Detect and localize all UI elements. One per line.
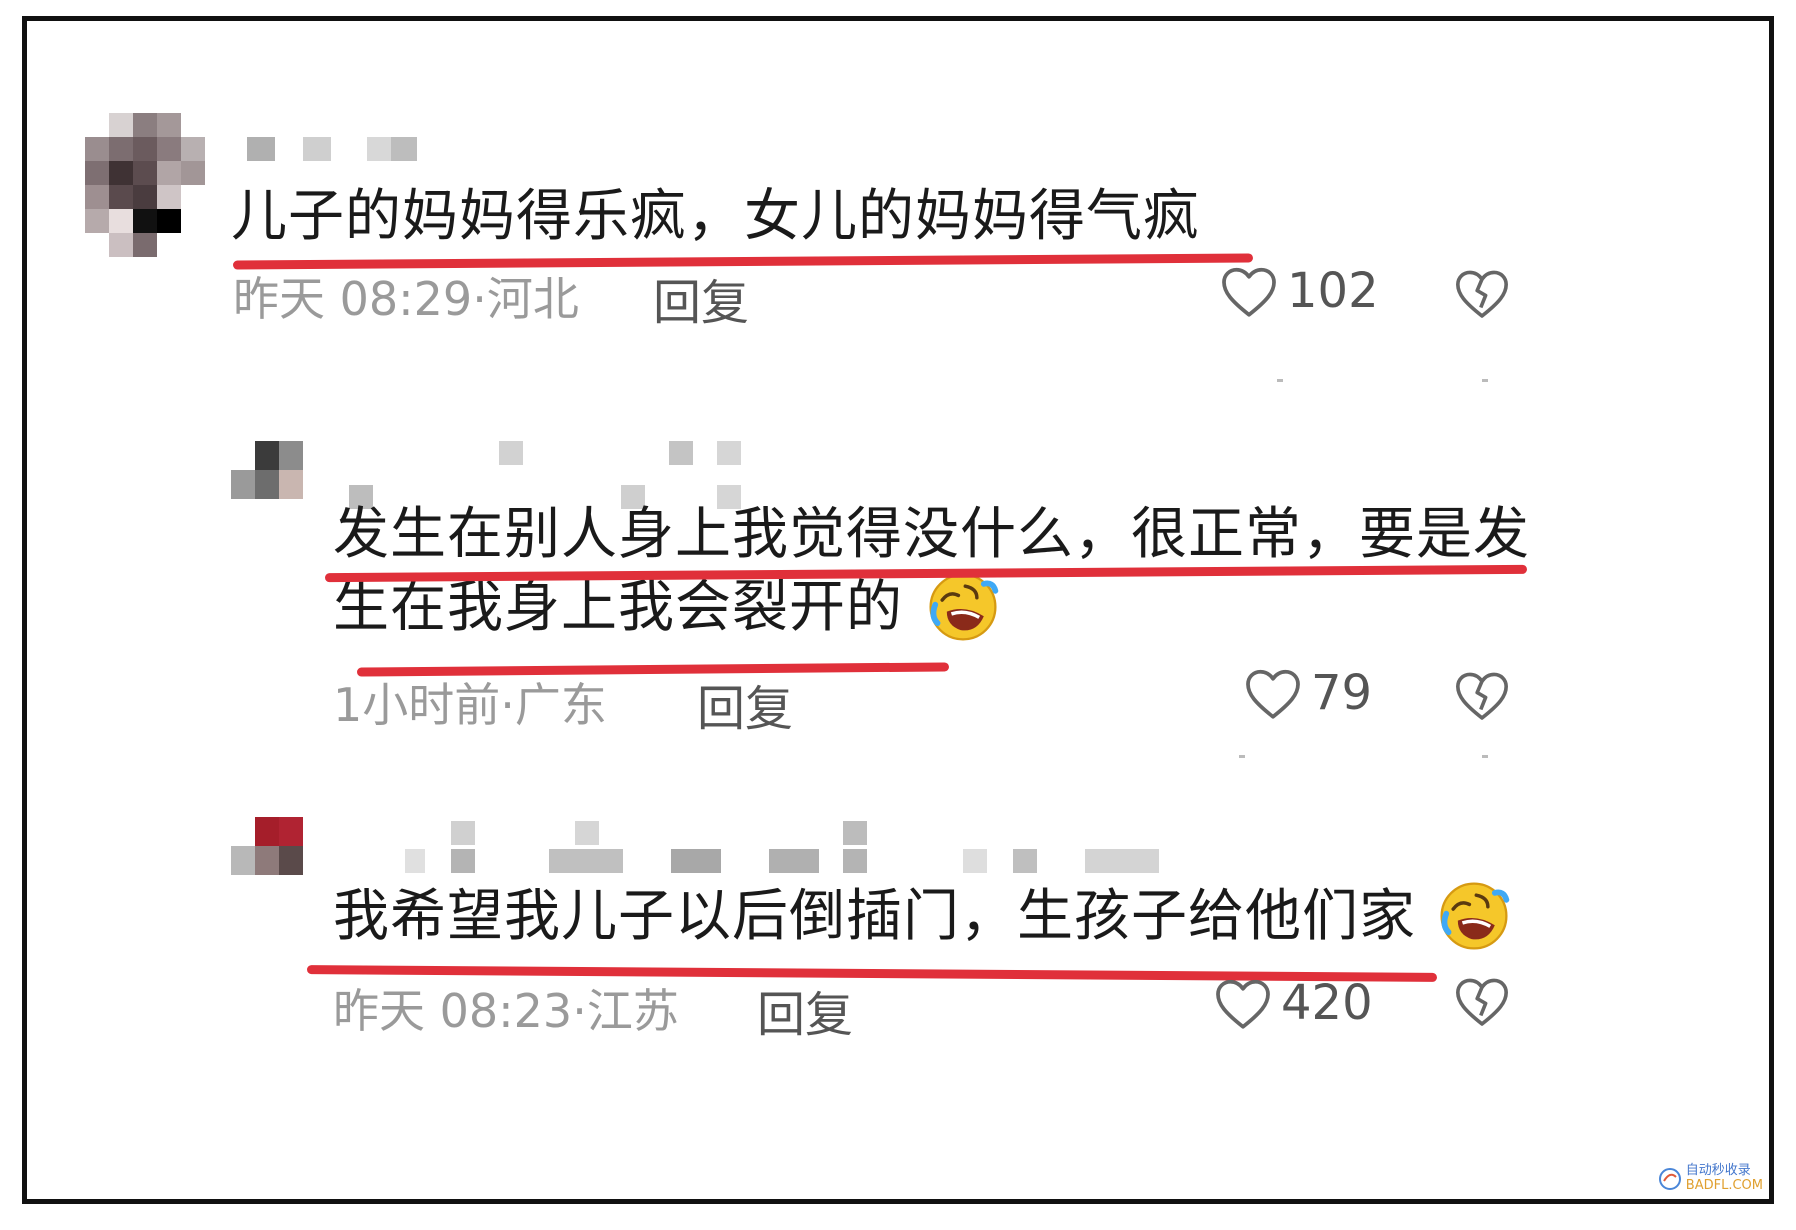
rolling-laughing-emoji <box>929 573 999 641</box>
comment-text-line: 生在我身上我会裂开的 <box>333 572 1530 645</box>
like-count: 102 <box>1287 263 1379 319</box>
like-button[interactable]: 420 <box>1213 975 1373 1031</box>
broken-heart-icon <box>1456 672 1508 720</box>
comment-time: 昨天 08:29 <box>233 272 473 326</box>
comment-meta: 1小时前·广东 <box>333 669 607 735</box>
rolling-laughing-emoji <box>1440 882 1510 950</box>
heart-outline-icon <box>1222 267 1276 317</box>
divider-mark <box>1277 379 1283 382</box>
watermark: 自动秒收录 BADFL.COM <box>1658 1164 1763 1193</box>
reply-button[interactable]: 回复 <box>653 263 749 333</box>
like-button[interactable]: 79 <box>1243 665 1372 721</box>
comment-text-line: 发生在别人身上我觉得没什么，很正常，要是发 <box>333 502 1530 567</box>
broken-heart-icon <box>1456 270 1508 318</box>
comment-text-line: 我希望我儿子以后倒插门，生孩子给他们家 <box>333 884 1416 949</box>
dislike-button[interactable] <box>1453 667 1511 727</box>
reply-button[interactable]: 回复 <box>697 669 793 739</box>
meta-separator: · <box>572 984 587 1038</box>
broken-heart-icon <box>1456 978 1508 1026</box>
comment-meta: 昨天 08:23·江苏 <box>333 975 679 1041</box>
comment-location: 广东 <box>514 678 607 732</box>
comment-location: 江苏 <box>586 984 679 1038</box>
user-avatar[interactable] <box>85 113 205 257</box>
comment-meta: 昨天 08:29·河北 <box>233 263 579 329</box>
like-count: 420 <box>1281 975 1373 1031</box>
user-avatar[interactable] <box>231 817 303 875</box>
divider-mark <box>1482 379 1488 382</box>
meta-separator: · <box>500 678 515 732</box>
username-blurred[interactable] <box>405 821 1165 873</box>
site-logo-icon <box>1658 1167 1681 1190</box>
username-blurred[interactable] <box>349 441 769 509</box>
like-count: 79 <box>1311 665 1373 721</box>
divider-mark <box>1482 755 1488 758</box>
like-button[interactable]: 102 <box>1219 263 1379 319</box>
comment-location: 河北 <box>486 272 579 326</box>
divider-mark <box>1239 755 1245 758</box>
dislike-button[interactable] <box>1453 265 1511 325</box>
comment-text: 儿子的妈妈得乐疯，女儿的妈妈得气疯 <box>231 184 1200 249</box>
watermark-line: BADFL.COM <box>1685 1177 1763 1193</box>
heart-outline-icon <box>1246 669 1300 719</box>
watermark-line: 自动秒收录 <box>1685 1163 1751 1179</box>
meta-separator: · <box>472 272 487 326</box>
comment-time: 1小时前 <box>333 678 501 732</box>
username-blurred[interactable] <box>247 137 507 161</box>
comment-screenshot-frame: 儿子的妈妈得乐疯，女儿的妈妈得气疯 昨天 08:29·河北 回复 102 发生在… <box>22 16 1774 1204</box>
dislike-button[interactable] <box>1453 973 1511 1033</box>
comment-time: 昨天 08:23 <box>333 984 573 1038</box>
comment-text: 我希望我儿子以后倒插门，生孩子给他们家 <box>333 881 1511 954</box>
heart-outline-icon <box>1216 979 1270 1029</box>
reply-button[interactable]: 回复 <box>757 975 853 1045</box>
user-avatar[interactable] <box>231 441 303 499</box>
